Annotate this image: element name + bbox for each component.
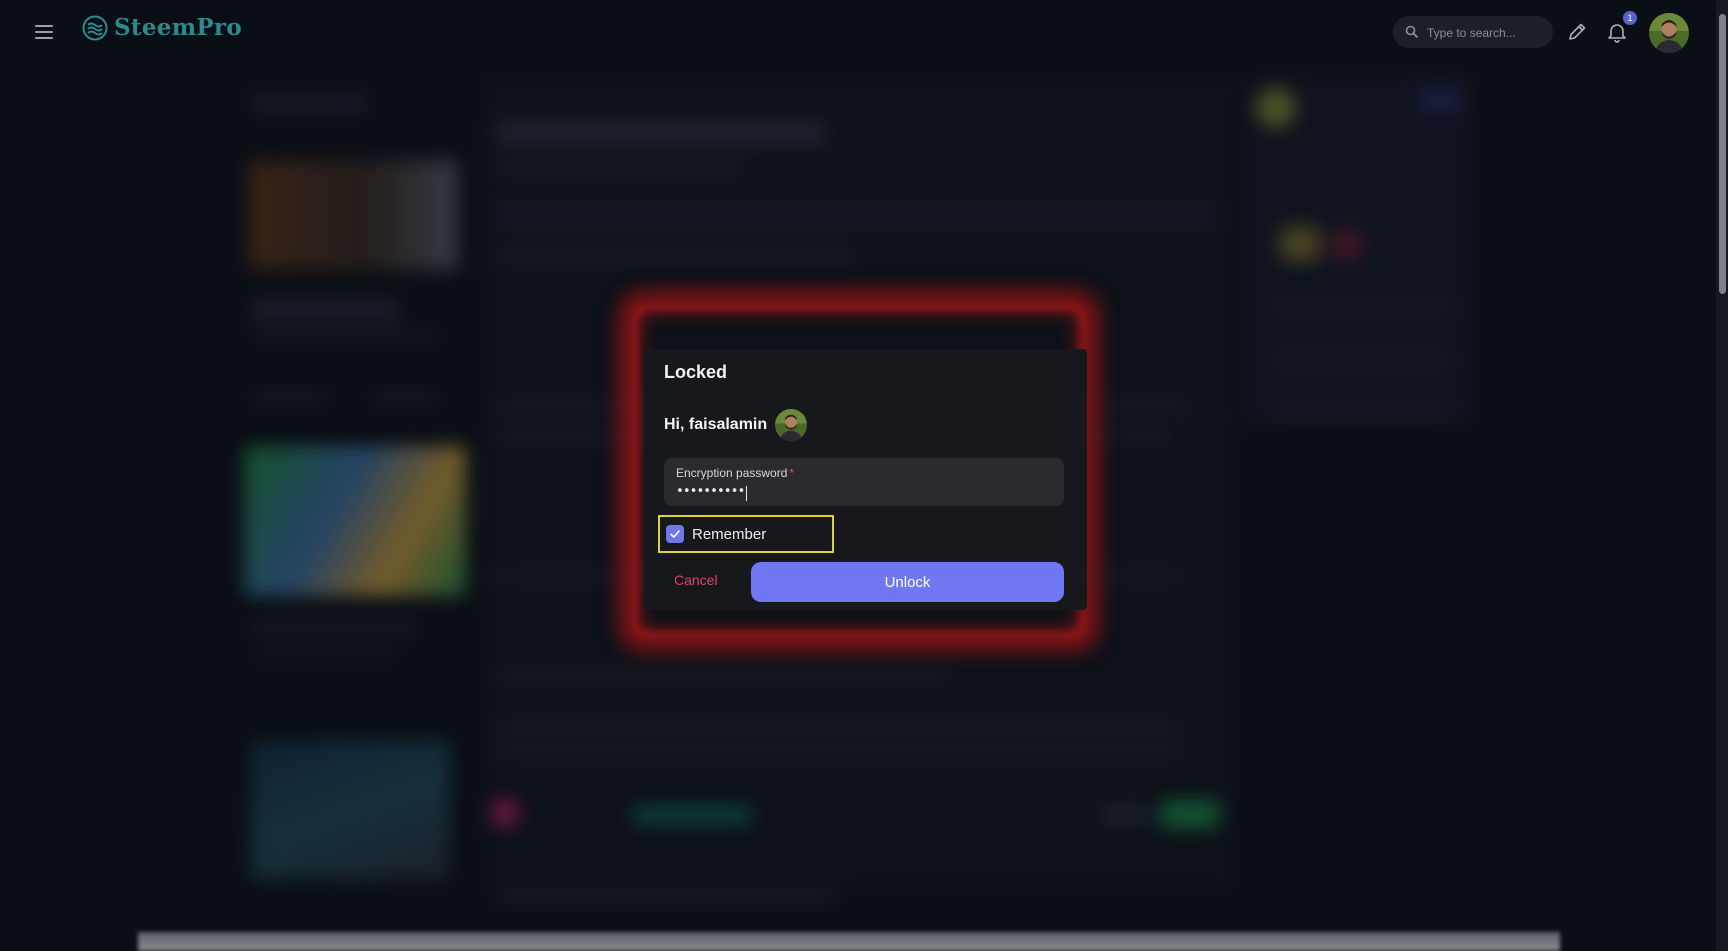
scrollbar-thumb[interactable] xyxy=(1719,14,1726,294)
search-icon xyxy=(1405,25,1419,39)
text-caret xyxy=(746,486,747,501)
greeting-text: Hi, faisalamin xyxy=(664,416,768,433)
logo[interactable]: SteemPro xyxy=(82,14,242,41)
top-header: SteemPro 1 xyxy=(0,0,1716,64)
unlock-dialog: Locked Hi, faisalamin Encryption passwor… xyxy=(644,349,1087,610)
user-avatar[interactable] xyxy=(1649,13,1689,53)
password-input[interactable] xyxy=(676,482,1046,500)
app-name: SteemPro xyxy=(114,14,242,41)
password-label: Encryption password * xyxy=(676,466,795,480)
greeting-row: Hi, faisalamin xyxy=(664,409,808,441)
page: SteemPro 1 xyxy=(0,0,1728,951)
unlock-button[interactable]: Unlock xyxy=(751,562,1064,602)
search-input[interactable] xyxy=(1425,22,1547,44)
cancel-button[interactable]: Cancel xyxy=(666,565,726,595)
greeting-avatar xyxy=(775,409,808,441)
checkmark-icon xyxy=(670,530,680,538)
steempro-logo-icon xyxy=(82,15,108,40)
remember-checkbox-row[interactable]: Remember xyxy=(658,515,834,553)
remember-checkbox[interactable] xyxy=(666,525,684,543)
notification-count-badge: 1 xyxy=(1623,11,1637,25)
encryption-password-field[interactable]: Encryption password * xyxy=(664,458,1064,506)
required-mark: * xyxy=(789,466,795,480)
bottom-strip xyxy=(138,932,1560,951)
dialog-title: Locked xyxy=(664,362,728,382)
search-bar xyxy=(1393,16,1553,48)
pen-icon[interactable] xyxy=(1566,21,1588,43)
remember-label: Remember xyxy=(692,526,767,543)
menu-icon[interactable] xyxy=(32,20,56,44)
